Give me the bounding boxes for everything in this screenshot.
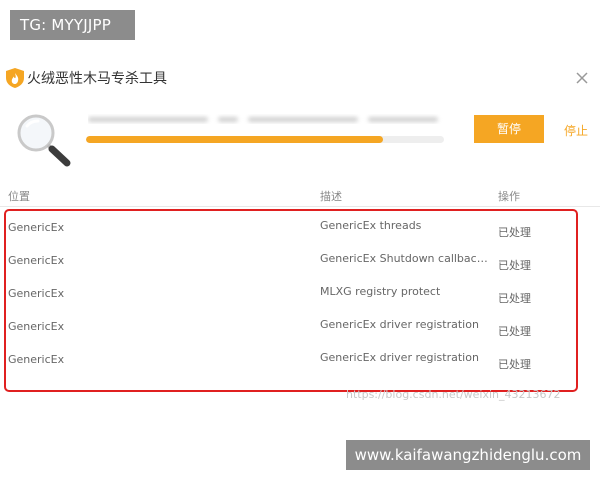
row-status: 已处理 [498,292,531,305]
scan-progress-fill [86,136,384,143]
row-status: 已处理 [498,325,531,338]
row-description: GenericEx threads [320,219,422,232]
row-description: GenericEx driver registration [320,351,479,364]
scan-current-path-blurred [88,114,444,124]
row-description: GenericEx Shutdown callback ... [320,252,490,265]
csdn-url-watermark: https://blog.csdn.net/weixin_43213672 [346,388,561,401]
row-location: GenericEx [8,287,65,300]
row-status: 已处理 [498,226,531,239]
table-row[interactable]: GenericEx GenericEx Shutdown callback ..… [0,243,600,276]
magnifier-icon [17,114,71,167]
row-description: MLXG registry protect [320,285,441,298]
header-description: 描述 [320,190,342,203]
table-row[interactable]: GenericEx GenericEx driver registration … [0,342,600,375]
telegram-watermark: TG: MYYJJPP [10,10,135,40]
table-row[interactable]: GenericEx GenericEx threads 已处理 [0,210,600,243]
scan-progress-bar [86,136,444,143]
stop-button[interactable]: 停止 [564,122,588,139]
header-location: 位置 [8,190,30,203]
row-location: GenericEx [8,353,65,366]
row-status: 已处理 [498,259,531,272]
table-row[interactable]: GenericEx GenericEx driver registration … [0,309,600,342]
table-row[interactable]: GenericEx MLXG registry protect 已处理 [0,276,600,309]
pause-button[interactable]: 暂停 [474,115,544,143]
row-location: GenericEx [8,320,65,333]
header-operation: 操作 [498,190,520,203]
huorong-logo-icon [6,68,24,88]
window-title: 火绒恶性木马专杀工具 [27,71,167,87]
row-status: 已处理 [498,358,531,371]
close-icon[interactable] [574,70,590,86]
row-description: GenericEx driver registration [320,318,479,331]
results-table-header: 位置 描述 操作 [0,182,600,207]
row-location: GenericEx [8,221,65,234]
row-location: GenericEx [8,254,65,267]
site-watermark: www.kaifawangzhidenglu.com [346,440,590,470]
